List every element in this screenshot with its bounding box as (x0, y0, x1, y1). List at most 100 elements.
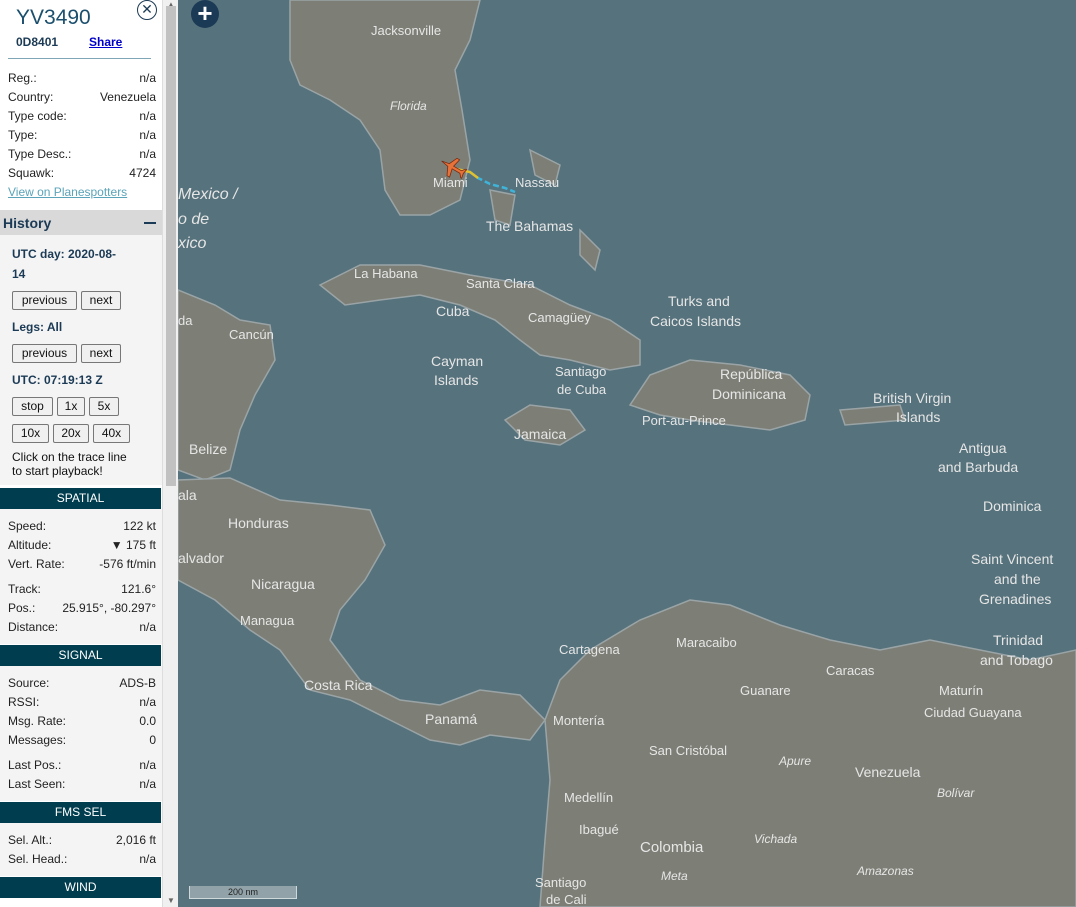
history-header[interactable]: History (0, 210, 162, 235)
label-mexico3: xico (178, 235, 207, 252)
history-title: History (3, 215, 52, 231)
speed-label: Speed: (8, 519, 47, 533)
label-stvincent3: Grenadines (979, 591, 1051, 607)
hex-id: 0D8401 (16, 35, 59, 49)
label-managua: Managua (240, 613, 295, 628)
track-label: Track: (8, 582, 41, 596)
wind-header[interactable]: WIND (0, 877, 161, 898)
speed-value: 122 kt (123, 519, 156, 533)
msgrate-label: Msg. Rate: (8, 714, 67, 728)
scroll-down-icon[interactable]: ▼ (167, 896, 175, 905)
label-republica1: República (720, 366, 782, 382)
lastseen-label: Last Seen: (8, 777, 66, 791)
day-next-button[interactable]: next (81, 291, 121, 310)
hint-line1: Click on the trace line (12, 450, 127, 464)
label-ciudadguayana: Ciudad Guayana (924, 705, 1022, 720)
lastpos-label: Last Pos.: (8, 758, 62, 772)
altitude-label: Altitude: (8, 538, 52, 552)
speed-20x-button[interactable]: 20x (53, 424, 89, 443)
reg-label: Reg.: (8, 71, 37, 85)
distance-label: Distance: (8, 620, 59, 634)
messages-label: Messages: (8, 733, 67, 747)
map-canvas[interactable]: Jacksonville Florida Miami Nassau The Ba… (178, 0, 1076, 907)
speed-10x-button[interactable]: 10x (12, 424, 49, 443)
speed-40x-button[interactable]: 40x (93, 424, 130, 443)
label-stvincent1: Saint Vincent (971, 551, 1053, 567)
label-miami: Miami (433, 175, 468, 190)
label-vichada: Vichada (754, 832, 797, 846)
callsign: YV3490 (16, 6, 91, 29)
label-monteria: Montería (553, 713, 605, 728)
sidebar-scrollbar[interactable]: ▲ ▼ (162, 0, 179, 907)
hint-line2: to start playback! (12, 464, 103, 478)
typecode-value: n/a (139, 109, 156, 123)
label-camaguey: Camagüey (528, 310, 591, 325)
label-colombia: Colombia (640, 839, 704, 856)
speed-5x-button[interactable]: 5x (89, 397, 119, 416)
divider (8, 58, 151, 59)
stop-button[interactable]: stop (12, 397, 53, 416)
label-bahamas: The Bahamas (486, 218, 573, 234)
legs-label: Legs: All (12, 320, 63, 334)
close-icon[interactable]: ✕ (137, 0, 157, 20)
pos-label: Pos.: (8, 601, 36, 615)
source-label: Source: (8, 676, 50, 690)
collapse-icon[interactable] (144, 222, 156, 224)
reg-value: n/a (139, 71, 156, 85)
fms-header[interactable]: FMS SEL (0, 802, 161, 823)
label-sancristobal: San Cristóbal (649, 743, 727, 758)
squawk-value: 4724 (129, 166, 156, 180)
label-da: da (178, 313, 193, 328)
label-florida: Florida (390, 99, 427, 113)
rssi-label: RSSI: (8, 695, 40, 709)
map-view[interactable]: Jacksonville Florida Miami Nassau The Ba… (178, 0, 1076, 907)
lastpos-value: n/a (139, 758, 156, 772)
type-label: Type: (8, 128, 38, 142)
label-cancun: Cancún (229, 327, 274, 342)
selalt-label: Sel. Alt.: (8, 833, 53, 847)
label-nicaragua: Nicaragua (251, 576, 315, 592)
planespotters-link[interactable]: View on Planespotters (8, 185, 127, 199)
label-apure: Apure (778, 754, 811, 768)
label-antigua1: Antigua (959, 440, 1007, 456)
altitude-value: ▼ 175 ft (110, 538, 156, 552)
label-jacksonville: Jacksonville (371, 23, 441, 38)
label-honduras: Honduras (228, 515, 289, 531)
label-guanare: Guanare (740, 683, 791, 698)
label-panama: Panamá (425, 711, 477, 727)
label-medellin: Medellín (564, 790, 613, 805)
spatial-header[interactable]: SPATIAL (0, 488, 161, 509)
typecode-label: Type code: (8, 109, 67, 123)
type-value: n/a (139, 128, 156, 142)
speed-1x-button[interactable]: 1x (57, 397, 85, 416)
label-republica2: Dominicana (712, 386, 786, 402)
label-santaclara: Santa Clara (466, 276, 535, 291)
land-bahamas-3 (579, 228, 601, 272)
label-costarica: Costa Rica (304, 677, 373, 693)
label-maturin: Maturín (939, 683, 983, 698)
label-dominica: Dominica (983, 498, 1042, 514)
playback-hint: Click on the trace line to start playbac… (12, 450, 152, 478)
label-santiagocuba2: de Cuba (557, 382, 607, 397)
pos-value: 25.915°, -80.297° (62, 601, 156, 615)
label-jamaica: Jamaica (514, 426, 566, 442)
utc-time: UTC: 07:19:13 Z (12, 373, 103, 387)
scrollbar-thumb[interactable] (166, 6, 176, 486)
aircraft-info-sidebar: YV3490 ✕ 0D8401 Share Reg.: n/a Country: V… (0, 0, 162, 907)
leg-next-button[interactable]: next (81, 344, 121, 363)
leg-previous-button[interactable]: previous (12, 344, 77, 363)
selhead-label: Sel. Head.: (8, 852, 68, 866)
track-value: 121.6° (121, 582, 156, 596)
share-link[interactable]: Share (89, 35, 122, 49)
msgrate-value: 0.0 (139, 714, 156, 728)
label-meta: Meta (661, 869, 688, 883)
label-santiagocali2: de Cali (546, 892, 587, 907)
signal-header[interactable]: SIGNAL (0, 645, 161, 666)
day-previous-button[interactable]: previous (12, 291, 77, 310)
label-ibague: Ibagué (579, 822, 619, 837)
typedesc-label: Type Desc.: (8, 147, 72, 161)
zoom-in-button[interactable]: + (191, 0, 219, 28)
label-cayman2: Islands (434, 372, 478, 388)
label-stvincent2: and the (994, 571, 1041, 587)
label-turks1: Turks and (668, 293, 730, 309)
